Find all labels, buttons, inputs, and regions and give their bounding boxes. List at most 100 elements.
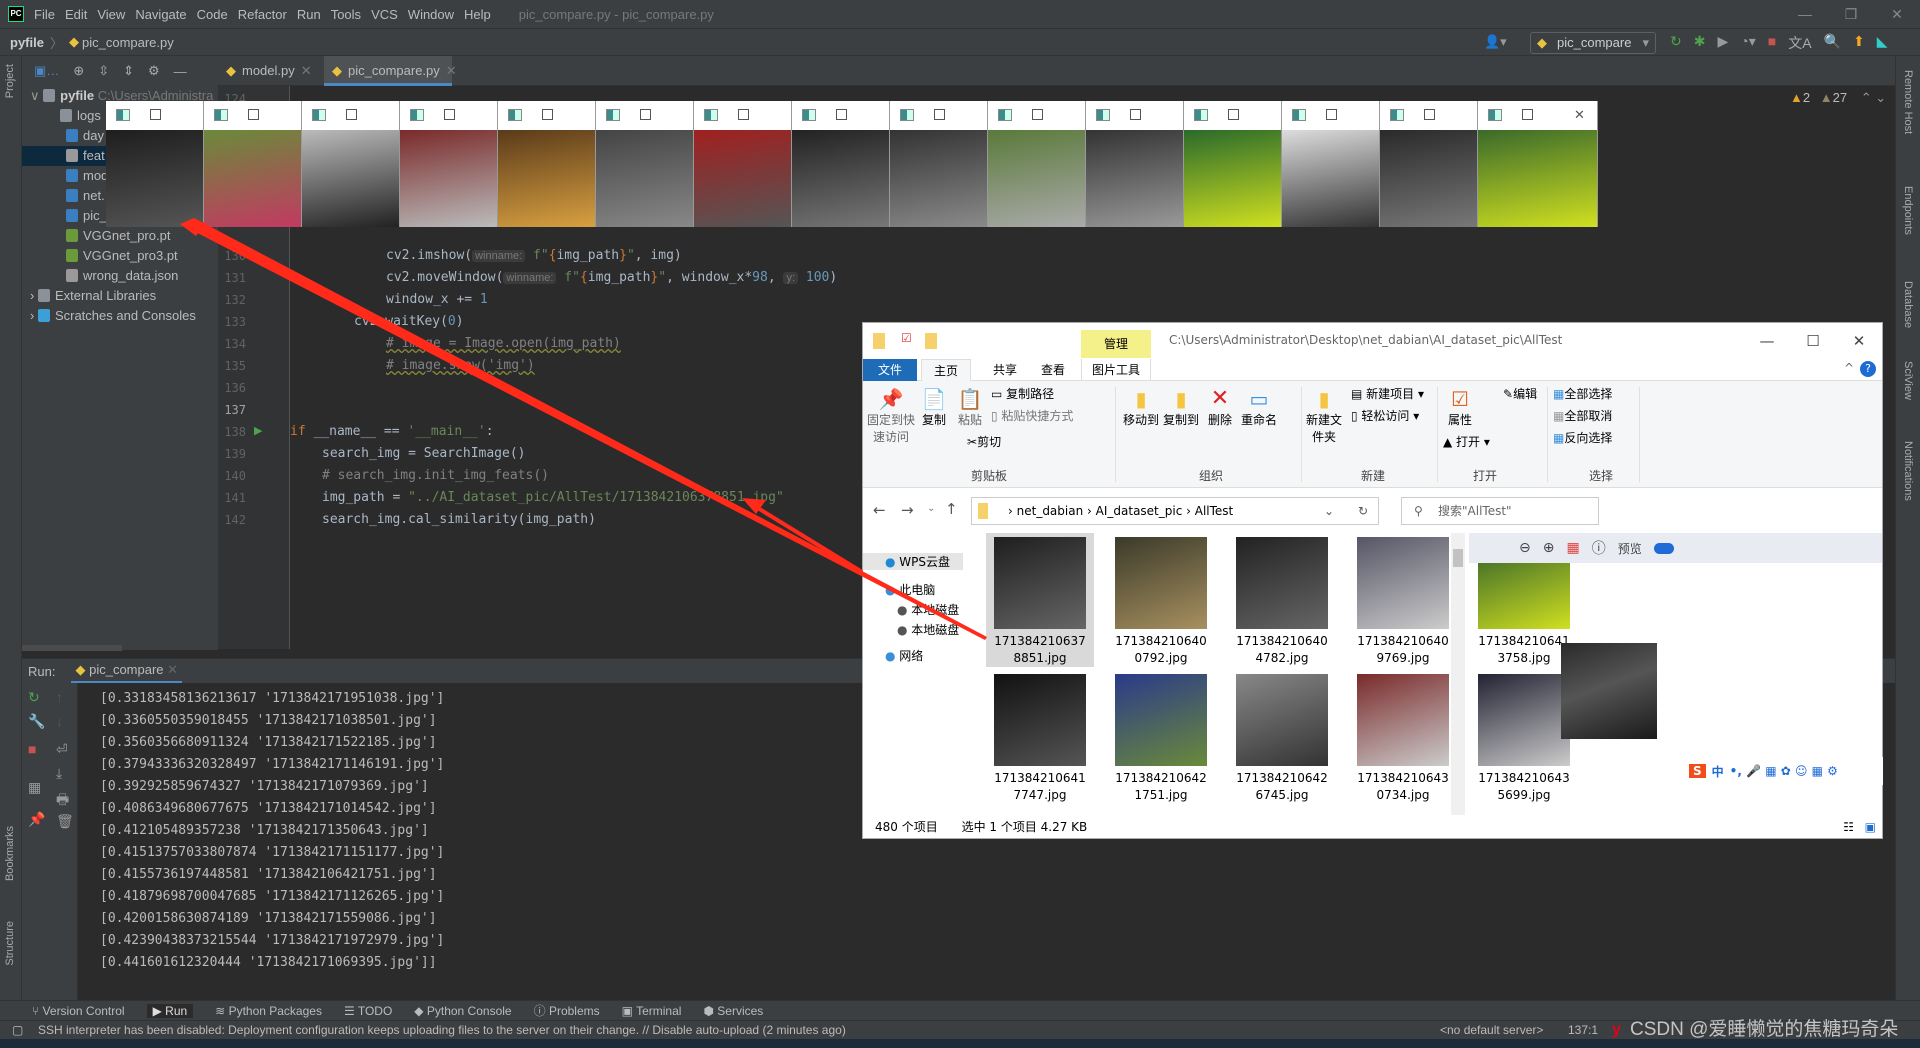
collapse-ribbon-icon[interactable]: ^ [1844, 361, 1854, 375]
close-icon[interactable]: ✕ [1574, 107, 1585, 123]
cut-button[interactable]: ✂剪切 [967, 433, 1001, 450]
rerun-icon[interactable]: ↻ [1670, 33, 1682, 53]
file-item[interactable]: 1713842106421751.jpg [1107, 670, 1215, 804]
copy-button[interactable]: 📄 复制 [919, 387, 949, 428]
minimize-button[interactable]: — [1782, 0, 1828, 29]
run-tab[interactable]: ◆ pic_compare ✕ [71, 659, 183, 684]
properties-quick-icon[interactable]: ☑ [901, 331, 912, 345]
maximize-button[interactable]: ☐ [1790, 323, 1836, 359]
tree-item-scratches[interactable]: › Scratches and Consoles [30, 306, 196, 326]
collapse-all-icon[interactable]: ⇕ [123, 63, 134, 79]
ime-toolbar[interactable]: S 中 •, 🎤 ▦ ✿ ☺ ▦ ⚙ [1683, 757, 1883, 785]
menu-navigate[interactable]: Navigate [135, 7, 186, 22]
large-icons-view-icon[interactable]: ▣ [1865, 815, 1876, 839]
breadcrumb-item[interactable]: AllTest [1195, 504, 1234, 518]
maximize-icon[interactable] [738, 109, 749, 120]
menu-view[interactable]: View [97, 7, 125, 22]
details-view-icon[interactable]: ☷ [1843, 815, 1854, 839]
open-button[interactable]: ▲ 打开 ▾ [1443, 433, 1490, 450]
cv2-image-window[interactable] [988, 101, 1086, 227]
notifications-tab[interactable]: Notifications [1902, 441, 1914, 501]
address-bar[interactable]: ⌄ ↻ › net_dabian › AI_dataset_pic › AllT… [971, 497, 1379, 525]
select-all-button[interactable]: ▦全部选择 [1553, 385, 1612, 402]
move-to-button[interactable]: ▮ 移动到 [1123, 387, 1159, 428]
minimize-button[interactable]: — [1744, 323, 1790, 359]
search-icon[interactable]: 🔍 [1824, 33, 1841, 53]
nav-item[interactable]: ● WPS云盘 [863, 553, 963, 570]
maximize-icon[interactable] [836, 109, 847, 120]
bookmarks-tool-tab[interactable]: Bookmarks [4, 826, 16, 881]
file-grid-scrollbar[interactable] [1451, 533, 1465, 815]
nav-item[interactable]: ● 网络 [885, 647, 923, 664]
maximize-icon[interactable] [248, 109, 259, 120]
structure-tool-tab[interactable]: Structure [4, 921, 16, 966]
menu-help[interactable]: Help [464, 7, 491, 22]
profile-icon[interactable]: ◔▾ [1740, 33, 1755, 53]
search-input[interactable]: ⚲ 搜索"AllTest" [1401, 497, 1599, 525]
menu-window[interactable]: Window [408, 7, 454, 22]
project-tool-tab[interactable]: Project [4, 64, 16, 98]
trash-icon[interactable]: 🗑 [56, 813, 74, 830]
hide-icon[interactable]: — [174, 64, 187, 79]
file-item[interactable]: 1713842106430734.jpg [1349, 670, 1457, 804]
breadcrumb-file[interactable]: pic_compare.py [82, 35, 174, 50]
maximize-icon[interactable] [934, 109, 945, 120]
tree-item[interactable]: logs [60, 106, 101, 126]
new-item-button[interactable]: ▤ 新建项目 ▾ [1351, 385, 1424, 402]
soft-wrap-icon[interactable]: ⏎ [56, 741, 68, 758]
tree-item-external_libraries[interactable]: › External Libraries [30, 286, 156, 306]
nav-item[interactable]: ● 本地磁盘 [897, 601, 959, 618]
cv2-image-window[interactable] [1282, 101, 1380, 227]
forward-icon[interactable]: → [901, 501, 914, 519]
file-item[interactable]: 1713842106378851.jpg [986, 533, 1094, 667]
recent-icon[interactable]: ⌄ [927, 503, 935, 514]
rename-button[interactable]: ▭ 重命名 [1239, 387, 1279, 428]
expand-all-icon[interactable]: ⇳ [98, 63, 109, 79]
gear-icon[interactable]: ⚙ [148, 63, 160, 79]
tree-item[interactable]: VGGnet_pro3.pt [66, 246, 178, 266]
remote-host-tab[interactable]: Remote Host [1902, 70, 1914, 134]
maximize-icon[interactable] [640, 109, 651, 120]
run-config-select[interactable]: ◆ pic_compare ▾ [1530, 32, 1656, 54]
file-item[interactable]: 1713842106404782.jpg [1228, 533, 1336, 667]
copy-path-button[interactable]: ▭ 复制路径 [991, 385, 1054, 402]
close-tab-icon[interactable]: ✕ [301, 63, 312, 78]
menu-run[interactable]: Run [297, 7, 321, 22]
preview-toggle[interactable] [1653, 542, 1674, 554]
tab-home[interactable]: 主页 [921, 359, 971, 381]
tree-item[interactable]: wrong_data.json [66, 266, 178, 286]
zoom-out-icon[interactable]: ⊖ [1519, 540, 1531, 556]
file-item[interactable]: 1713842106400792.jpg [1107, 533, 1215, 667]
menu-vcs[interactable]: VCS [371, 7, 398, 22]
new-folder-button[interactable]: ▮ 新建文件夹 [1305, 387, 1343, 445]
new-folder-quick-icon[interactable] [925, 333, 937, 349]
up-icon[interactable]: ↑ [945, 500, 958, 518]
maximize-icon[interactable] [1522, 109, 1533, 120]
plugin-icon[interactable]: ◣ [1877, 33, 1888, 53]
stop-icon[interactable]: ■ [28, 741, 36, 757]
invert-selection-button[interactable]: ▦反向选择 [1553, 429, 1612, 446]
menu-file[interactable]: File [34, 7, 55, 22]
database-tab[interactable]: Database [1902, 281, 1914, 328]
back-icon[interactable]: ← [873, 501, 886, 519]
menu-refactor[interactable]: Refactor [238, 7, 287, 22]
tree-item[interactable]: VGGnet_pro.pt [66, 226, 170, 246]
tool-run[interactable]: ▶ Run [146, 1003, 194, 1018]
nav-item[interactable]: ● 本地磁盘 [897, 621, 959, 638]
maximize-icon[interactable] [150, 109, 161, 120]
zoom-in-icon[interactable]: ⊕ [1543, 540, 1555, 556]
tree-item[interactable]: day [66, 126, 104, 146]
help-icon[interactable]: ? [1860, 361, 1876, 377]
close-button[interactable]: ✕ [1874, 0, 1920, 29]
cv2-image-window[interactable] [106, 101, 204, 227]
pin-quick-access-button[interactable]: 📌 固定到快速访问 [867, 387, 915, 445]
wrench-icon[interactable]: 🔧 [28, 713, 45, 730]
pin-icon[interactable]: 📌 [28, 811, 45, 828]
cv2-image-window[interactable] [1380, 101, 1478, 227]
grid-icon[interactable]: ▦ [1566, 540, 1579, 556]
copy-to-button[interactable]: ▮ 复制到 [1163, 387, 1199, 428]
cv2-image-window[interactable] [302, 101, 400, 227]
tab-share[interactable]: 共享 [985, 359, 1025, 381]
rerun-icon[interactable]: ↻ [28, 689, 40, 706]
project-scrollbar[interactable] [22, 645, 122, 651]
